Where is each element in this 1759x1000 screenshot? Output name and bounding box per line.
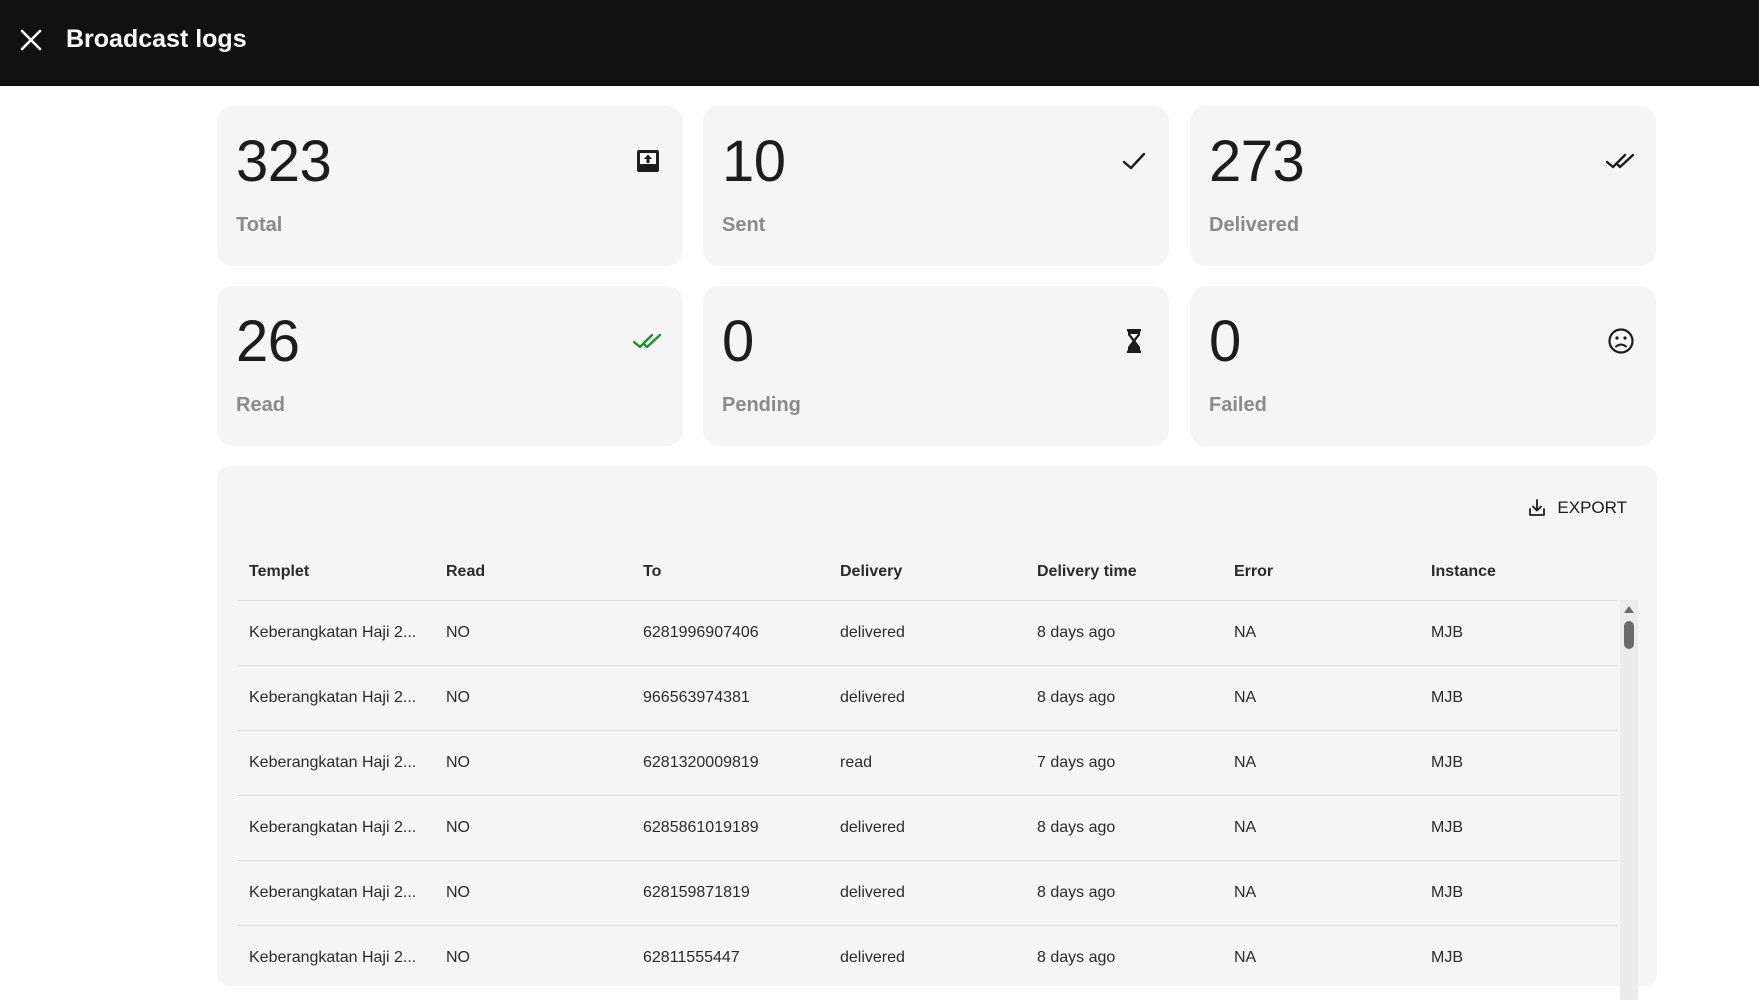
cell-to: 62811555447 <box>631 924 828 990</box>
stat-card-failed: 0 Failed <box>1190 286 1656 446</box>
cell-instance: MJB <box>1419 924 1617 990</box>
cell-to: 6281996907406 <box>631 599 828 665</box>
cell-to: 966563974381 <box>631 664 828 730</box>
cell-error: NA <box>1222 794 1419 860</box>
cell-to: 628159871819 <box>631 859 828 925</box>
cell-templet: Keberangkatan Haji 2... <box>237 859 434 925</box>
stat-card-delivered: 273 Delivered <box>1190 106 1656 266</box>
cell-error: NA <box>1222 859 1419 925</box>
cell-delivery: delivered <box>828 859 1025 925</box>
top-bar: Broadcast logs <box>0 0 1759 86</box>
stat-label: Pending <box>722 394 801 416</box>
cell-to: 6281320009819 <box>631 729 828 795</box>
cell-templet: Keberangkatan Haji 2... <box>237 729 434 795</box>
scroll-up-icon[interactable] <box>1624 606 1634 613</box>
column-header[interactable]: Error <box>1222 544 1419 600</box>
double-check-green-icon <box>632 326 663 356</box>
cell-templet: Keberangkatan Haji 2... <box>237 924 434 990</box>
cell-error: NA <box>1222 664 1419 730</box>
cell-read: NO <box>434 599 631 665</box>
scrollbar-thumb[interactable] <box>1624 621 1634 649</box>
cell-delivery: delivered <box>828 664 1025 730</box>
stat-value: 26 <box>236 309 300 374</box>
column-header[interactable]: To <box>631 544 828 600</box>
stat-card-sent: 10 Sent <box>703 106 1169 266</box>
table-header-row: Templet Read To Delivery Delivery time E… <box>237 544 1617 600</box>
cell-read: NO <box>434 924 631 990</box>
cell-delivery: read <box>828 729 1025 795</box>
table-row[interactable]: Keberangkatan Haji 2... NO 6285861019189… <box>237 794 1617 860</box>
hourglass-icon <box>1119 326 1149 356</box>
stat-label: Delivered <box>1209 214 1300 236</box>
cell-instance: MJB <box>1419 599 1617 665</box>
stat-card-total: 323 Total <box>217 106 683 266</box>
sad-face-icon <box>1606 326 1636 356</box>
stat-value: 10 <box>722 129 786 194</box>
table-row[interactable]: Keberangkatan Haji 2... NO 6281320009819… <box>237 729 1617 795</box>
cell-read: NO <box>434 729 631 795</box>
cell-read: NO <box>434 794 631 860</box>
cell-delivery-time: 8 days ago <box>1025 599 1222 665</box>
stat-label: Total <box>236 214 283 236</box>
stat-label: Failed <box>1209 394 1267 416</box>
cell-delivery-time: 8 days ago <box>1025 859 1222 925</box>
stat-value: 0 <box>722 309 754 374</box>
export-label: EXPORT <box>1557 498 1627 517</box>
stat-value: 273 <box>1209 129 1305 194</box>
close-icon[interactable] <box>18 27 44 53</box>
cell-delivery-time: 8 days ago <box>1025 924 1222 990</box>
cell-error: NA <box>1222 599 1419 665</box>
cell-error: NA <box>1222 924 1419 990</box>
cell-templet: Keberangkatan Haji 2... <box>237 599 434 665</box>
logs-panel: EXPORT Templet Read To Delivery Delivery… <box>217 466 1657 1000</box>
cell-delivery-time: 8 days ago <box>1025 664 1222 730</box>
check-icon <box>1119 146 1149 176</box>
stat-value: 0 <box>1209 309 1241 374</box>
cell-read: NO <box>434 664 631 730</box>
cell-read: NO <box>434 859 631 925</box>
cell-delivery-time: 8 days ago <box>1025 794 1222 860</box>
table-row[interactable]: Keberangkatan Haji 2... NO 62811555447 d… <box>237 924 1617 990</box>
stat-value: 323 <box>236 129 332 194</box>
stat-card-pending: 0 Pending <box>703 286 1169 446</box>
table-row[interactable]: Keberangkatan Haji 2... NO 966563974381 … <box>237 664 1617 730</box>
cell-delivery: delivered <box>828 924 1025 990</box>
cell-delivery: delivered <box>828 599 1025 665</box>
cell-delivery-time: 7 days ago <box>1025 729 1222 795</box>
send-box-icon <box>633 146 663 176</box>
stat-label: Read <box>236 394 285 416</box>
column-header[interactable]: Instance <box>1419 544 1617 600</box>
column-header[interactable]: Delivery <box>828 544 1025 600</box>
export-button[interactable]: EXPORT <box>1527 498 1627 518</box>
cell-instance: MJB <box>1419 794 1617 860</box>
cell-templet: Keberangkatan Haji 2... <box>237 794 434 860</box>
table-row[interactable]: Keberangkatan Haji 2... NO 6281996907406… <box>237 599 1617 665</box>
cell-instance: MJB <box>1419 729 1617 795</box>
column-header[interactable]: Delivery time <box>1025 544 1222 600</box>
logs-table: Templet Read To Delivery Delivery time E… <box>237 544 1617 990</box>
download-icon <box>1529 499 1546 516</box>
page-title: Broadcast logs <box>66 25 247 53</box>
double-check-icon <box>1605 146 1636 176</box>
cell-templet: Keberangkatan Haji 2... <box>237 664 434 730</box>
table-row[interactable]: Keberangkatan Haji 2... NO 628159871819 … <box>237 859 1617 925</box>
column-header[interactable]: Templet <box>237 544 434 600</box>
cell-instance: MJB <box>1419 859 1617 925</box>
cell-delivery: delivered <box>828 794 1025 860</box>
table-scrollbar[interactable] <box>1620 600 1638 1000</box>
column-header[interactable]: Read <box>434 544 631 600</box>
stat-label: Sent <box>722 214 766 236</box>
cell-instance: MJB <box>1419 664 1617 730</box>
cell-error: NA <box>1222 729 1419 795</box>
stat-card-read: 26 Read <box>217 286 683 446</box>
cell-to: 6285861019189 <box>631 794 828 860</box>
